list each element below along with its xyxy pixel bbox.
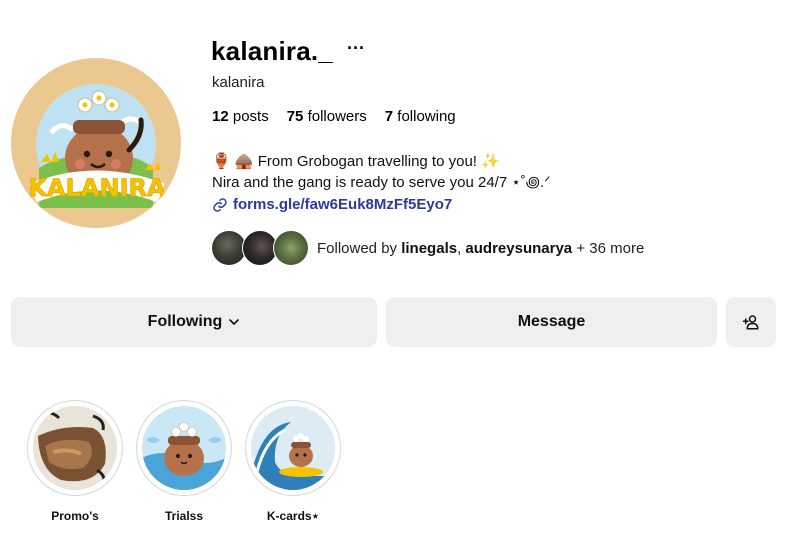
- bio: 🏺 🛖 From Grobogan travelling to you! ✨ N…: [212, 151, 551, 193]
- followed-by[interactable]: Followed by linegals, audreysunarya + 36…: [211, 230, 644, 266]
- followed-by-separator: ,: [457, 239, 462, 257]
- mutual-avatar: [273, 230, 309, 266]
- highlight-trialss[interactable]: Trialss: [136, 400, 232, 523]
- more-options-icon[interactable]: ···: [347, 39, 365, 57]
- bio-line-1: 🏺 🛖 From Grobogan travelling to you! ✨: [212, 153, 500, 170]
- highlight-promos[interactable]: Promo's: [27, 400, 123, 523]
- posts-stat[interactable]: 12 posts: [212, 108, 269, 125]
- bio-link-text: forms.gle/faw6Euk8MzFf5Eyo7: [233, 196, 453, 213]
- followed-by-suffix: + 36 more: [576, 239, 645, 257]
- mutual-user-2[interactable]: audreysunarya: [465, 240, 572, 257]
- highlight-k-cards[interactable]: K-cards⋆: [245, 400, 341, 523]
- followers-count: 75: [286, 108, 304, 125]
- suggest-user-button[interactable]: [726, 297, 776, 347]
- mutual-user-1[interactable]: linegals: [401, 240, 457, 257]
- following-count: 7: [384, 108, 394, 125]
- mutual-avatars: [211, 230, 309, 266]
- followed-by-text: Followed by linegals, audreysunarya + 36…: [317, 240, 644, 257]
- highlight-ring: [27, 400, 123, 496]
- highlight-ring: [136, 400, 232, 496]
- link-icon: [213, 197, 227, 212]
- following-button-label: Following: [147, 313, 223, 330]
- highlight-cover-image: [142, 406, 226, 490]
- highlight-label: Trialss: [164, 509, 204, 523]
- highlight-cover-image: [251, 406, 335, 490]
- avatar-logo-text: KALANIRA: [28, 174, 166, 202]
- followers-stat[interactable]: 75 followers: [287, 108, 367, 125]
- posts-count: 12: [212, 108, 229, 125]
- highlight-cover-image: [33, 406, 117, 490]
- bio-line-2: Nira and the gang is ready to serve you …: [212, 174, 551, 191]
- add-person-icon: [742, 315, 759, 330]
- highlight-label: Promo's: [51, 509, 99, 523]
- profile-avatar[interactable]: KALANIRA: [11, 58, 181, 228]
- full-name: kalanira: [212, 74, 265, 91]
- kalanira-logo: KALANIRA: [11, 58, 181, 228]
- profile-stats: 12 posts 75 followers 7 following: [212, 108, 456, 125]
- following-stat[interactable]: 7 following: [385, 108, 456, 125]
- following-label: following: [397, 108, 456, 125]
- message-button-label: Message: [517, 313, 586, 330]
- posts-label: posts: [232, 108, 269, 125]
- following-button[interactable]: Following: [11, 297, 377, 347]
- chevron-down-icon: [229, 319, 240, 325]
- highlight-label: K-cards⋆: [266, 509, 320, 523]
- followed-by-prefix: Followed by: [317, 239, 398, 257]
- message-button[interactable]: Message: [386, 297, 717, 347]
- bio-link[interactable]: forms.gle/faw6Euk8MzFf5Eyo7: [212, 196, 452, 213]
- followers-label: followers: [307, 108, 367, 125]
- username: kalanira._: [211, 36, 333, 66]
- highlight-ring: [245, 400, 341, 496]
